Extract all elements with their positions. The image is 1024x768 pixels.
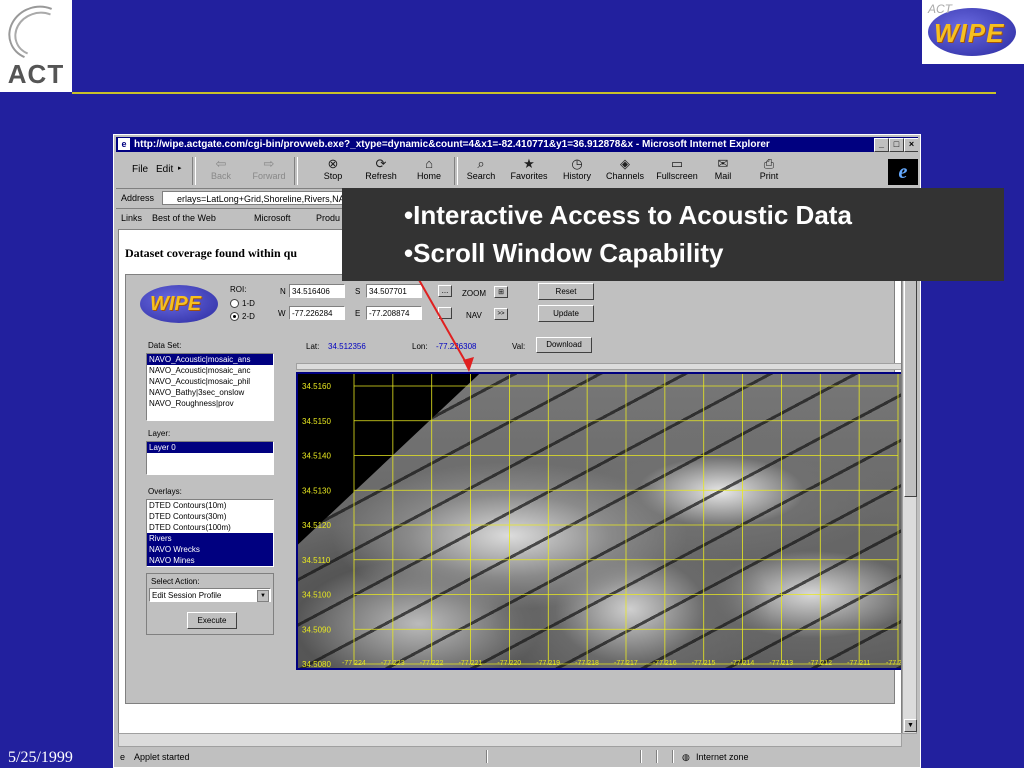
callout-arrow	[409, 263, 474, 372]
callout-box: •Interactive Access to Acoustic Data •Sc…	[342, 188, 1004, 281]
callout-line-1: •Interactive Access to Acoustic Data	[404, 200, 852, 230]
callout-line-2: •Scroll Window Capability	[404, 238, 724, 268]
